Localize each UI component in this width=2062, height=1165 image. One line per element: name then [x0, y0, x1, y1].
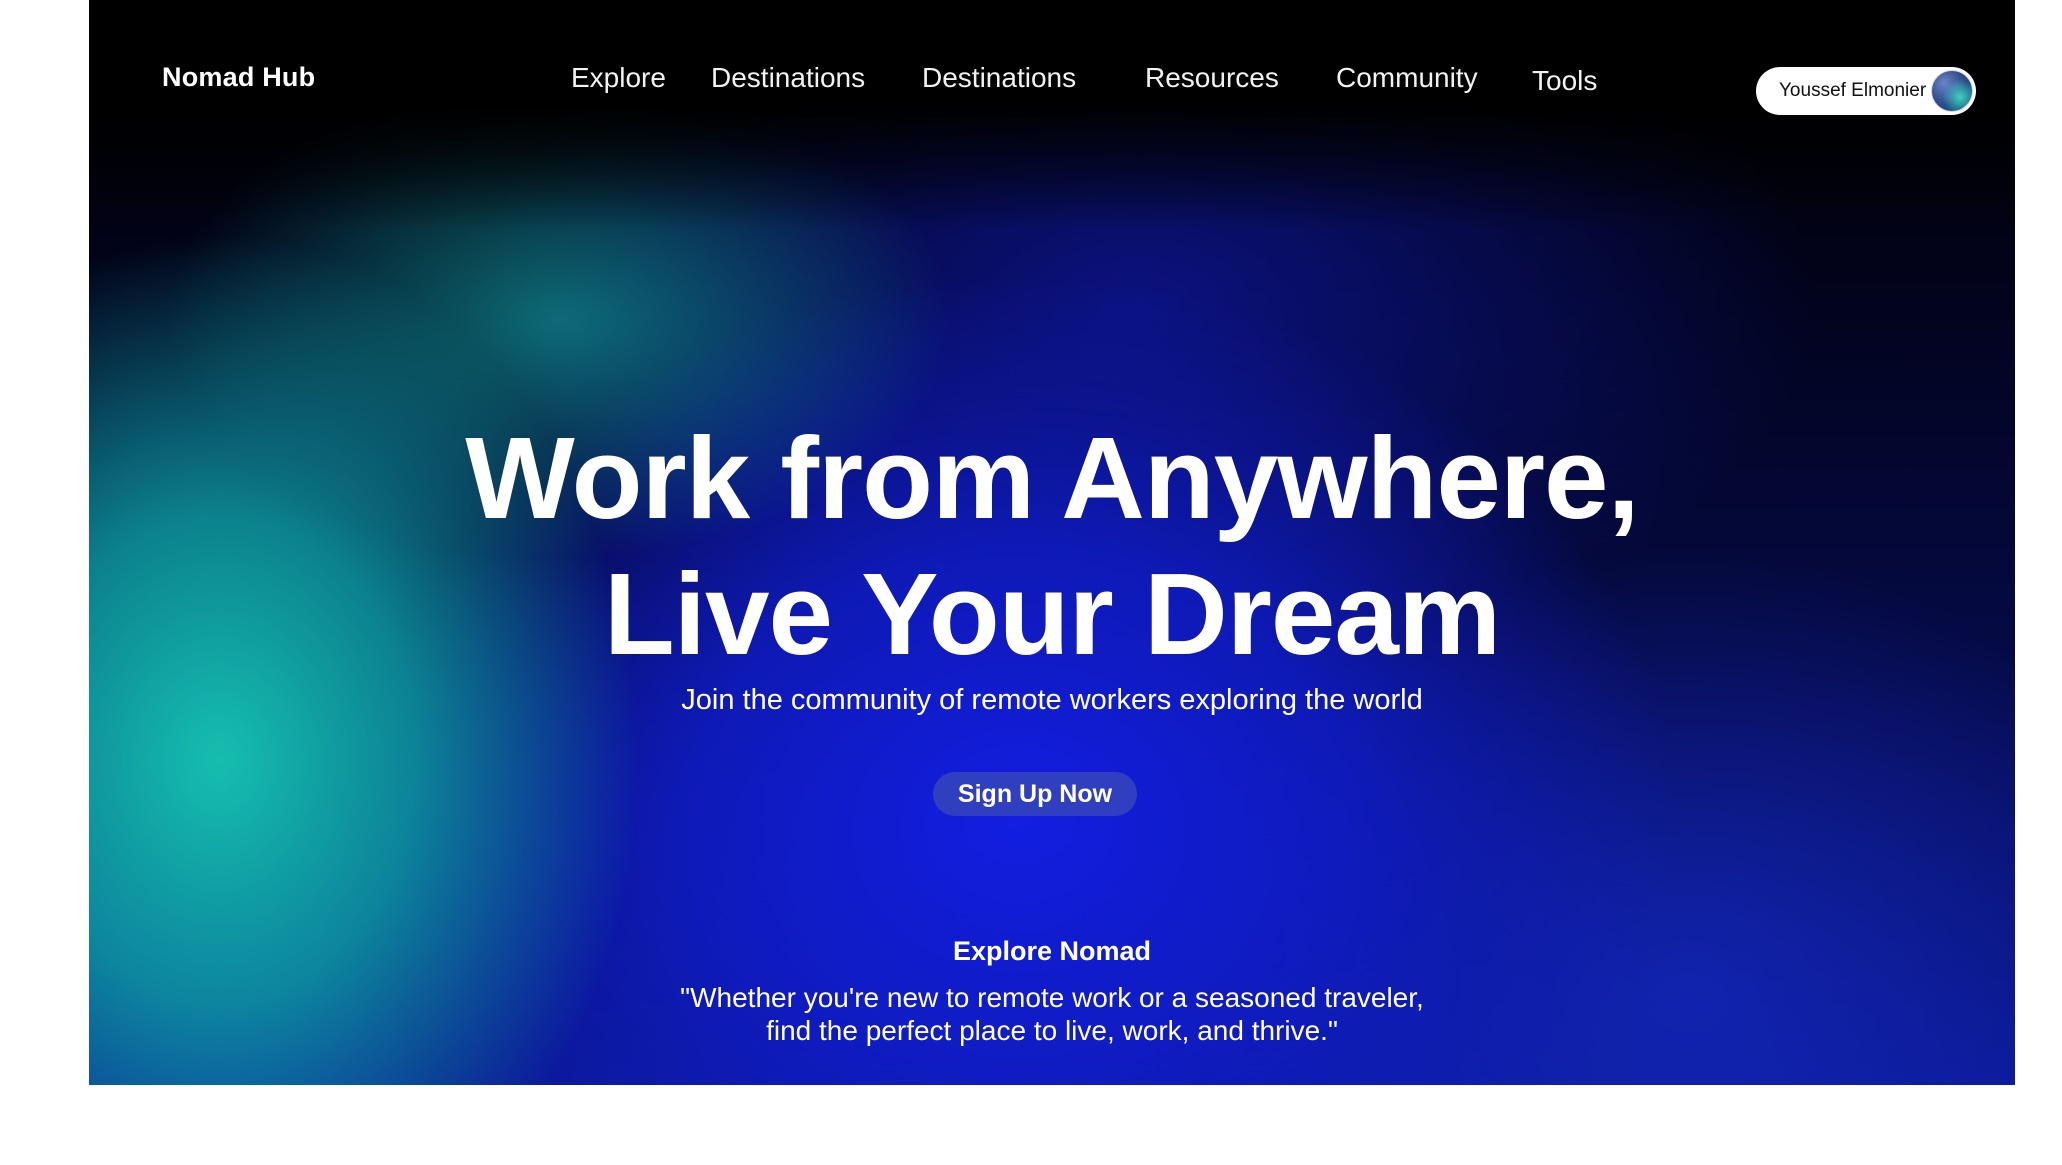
nav-link-tools[interactable]: Tools: [1532, 65, 1597, 97]
hero-headline-line-2: Live Your Dream: [603, 549, 1501, 679]
sign-up-button[interactable]: Sign Up Now: [933, 772, 1137, 816]
user-profile-button[interactable]: Youssef Elmonier: [1756, 67, 1976, 115]
avatar[interactable]: [1931, 70, 1973, 112]
brand-logo[interactable]: Nomad Hub: [162, 62, 315, 93]
nav-link-destinations[interactable]: Destinations: [711, 62, 865, 94]
nav-link-destinations-2[interactable]: Destinations: [922, 62, 1076, 94]
user-name: Youssef Elmonier: [1779, 80, 1927, 101]
nav-link-community[interactable]: Community: [1336, 62, 1478, 94]
explore-section-title: Explore Nomad: [952, 936, 1152, 966]
nav-link-explore[interactable]: Explore: [571, 62, 666, 94]
explore-quote-line-1: "Whether you're new to remote work or a …: [680, 982, 1424, 1013]
hero-headline-line-1: Work from Anywhere,: [465, 413, 1639, 543]
hero-subtitle: Join the community of remote workers exp…: [681, 684, 1423, 716]
top-navigation: Nomad Hub Explore Destinations Destinati…: [89, 0, 2015, 160]
explore-quote-line-2: find the perfect place to live, work, an…: [766, 1015, 1338, 1046]
hero-section: Nomad Hub Explore Destinations Destinati…: [89, 0, 2015, 1085]
nav-link-resources[interactable]: Resources: [1145, 62, 1279, 94]
